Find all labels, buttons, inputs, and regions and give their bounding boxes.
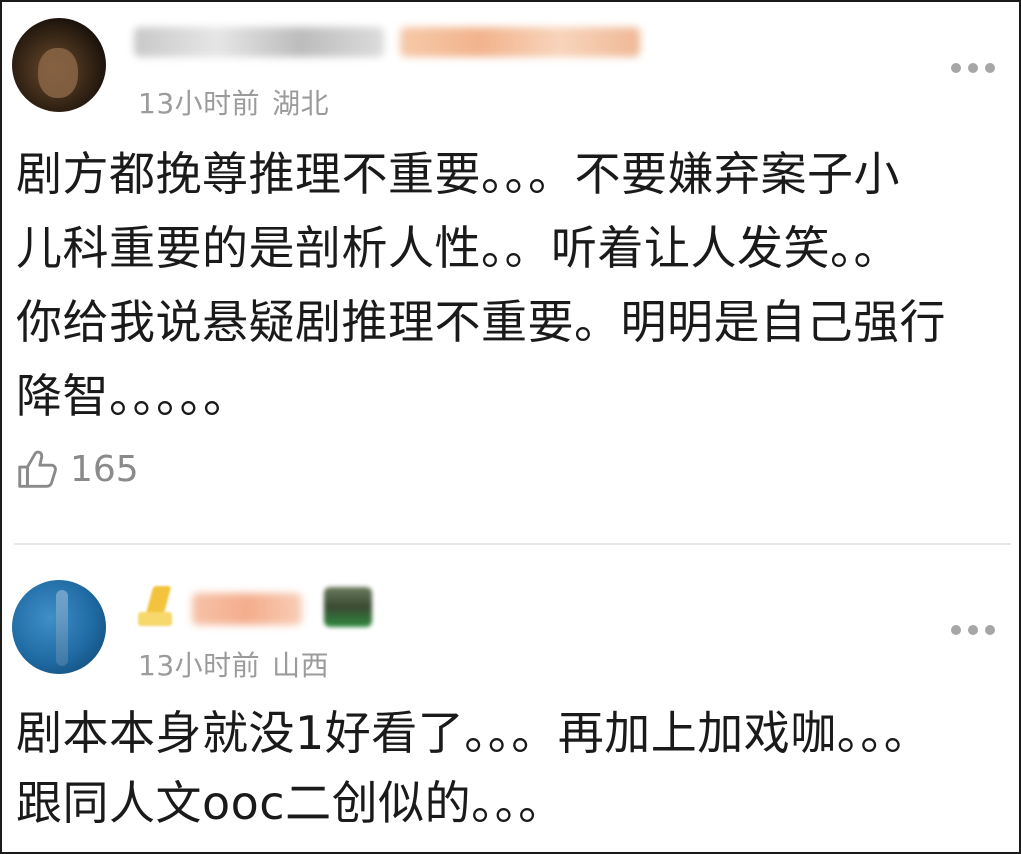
comment-meta: 13小时前 山西 bbox=[138, 644, 329, 684]
comment-item: 13小时前 湖北 剧方都挽尊推理不重要。。。不要嫌弃案子小 儿科重要的是剖析人性。… bbox=[2, 2, 1019, 542]
badge-icon bbox=[138, 586, 182, 630]
more-dots-icon[interactable] bbox=[951, 624, 995, 636]
user-tag-redacted bbox=[400, 27, 640, 57]
username-redacted[interactable] bbox=[192, 593, 302, 625]
divider bbox=[14, 543, 1011, 545]
more-dots-icon[interactable] bbox=[951, 62, 995, 74]
user-medal-icon bbox=[324, 587, 372, 627]
comment-location: 湖北 bbox=[272, 87, 330, 120]
comment-list: 13小时前 湖北 剧方都挽尊推理不重要。。。不要嫌弃案子小 儿科重要的是剖析人性。… bbox=[0, 0, 1021, 854]
comment-time: 13小时前 bbox=[138, 649, 261, 682]
username-redacted[interactable] bbox=[134, 27, 384, 57]
comment-meta: 13小时前 湖北 bbox=[138, 82, 329, 122]
comment-location: 山西 bbox=[272, 649, 330, 682]
avatar[interactable] bbox=[12, 18, 106, 112]
avatar[interactable] bbox=[12, 580, 106, 674]
thumbs-up-icon bbox=[18, 450, 57, 488]
comment-item: 13小时前 山西 剧本本身就没1好看了。。。再加上加戏咖。。。 跟同人文ooc二创… bbox=[2, 546, 1019, 852]
like-button[interactable]: 165 bbox=[14, 446, 139, 492]
comment-text: 剧方都挽尊推理不重要。。。不要嫌弃案子小 儿科重要的是剖析人性。。听着让人发笑。… bbox=[16, 147, 946, 423]
like-count: 165 bbox=[70, 448, 139, 490]
comment-time: 13小时前 bbox=[138, 87, 261, 120]
comment-text: 剧本本身就没1好看了。。。再加上加戏咖。。。 跟同人文ooc二创似的。。。 bbox=[16, 706, 931, 830]
